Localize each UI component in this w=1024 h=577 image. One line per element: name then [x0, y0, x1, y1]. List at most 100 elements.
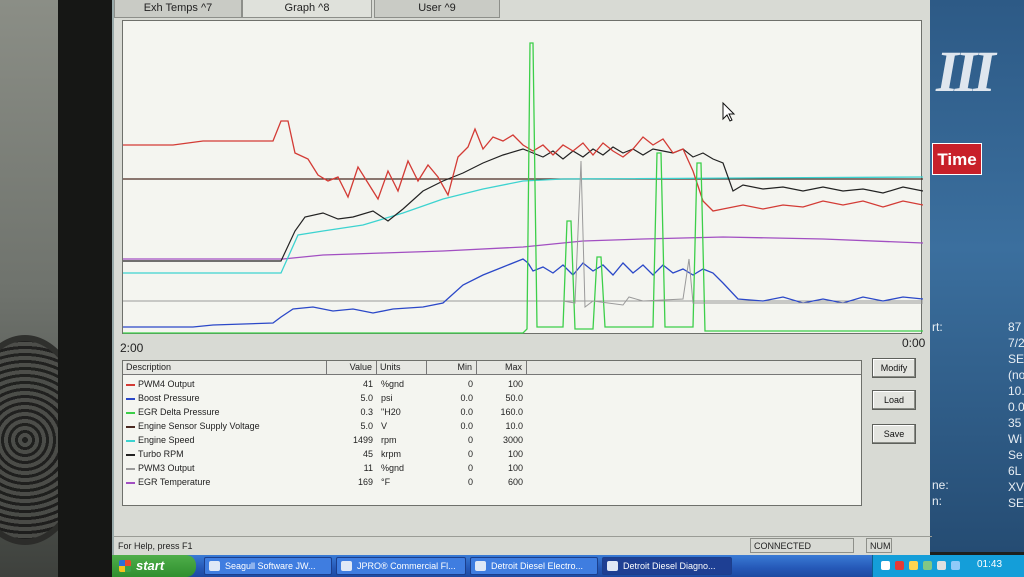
row-value: 5.0 — [360, 421, 373, 431]
system-clock[interactable]: 01:43 — [977, 559, 1002, 570]
tray-update-icon[interactable] — [951, 561, 960, 570]
table-row[interactable]: PWM3 Output 11 %gnd 0 100 — [123, 461, 861, 475]
series-color-swatch — [126, 453, 135, 456]
column-header-units[interactable]: Units — [377, 361, 427, 375]
column-header-blank — [527, 361, 861, 375]
tab-strip: Exh Temps ^7 Graph ^8 User ^9 — [114, 0, 932, 18]
taskbar-item-detroit-diagnostic[interactable]: Detroit Diesel Diagno... — [602, 557, 732, 575]
table-row[interactable]: EGR Temperature 169 °F 0 600 — [123, 475, 861, 489]
turbo-rpm-line — [123, 146, 923, 262]
row-description-text: Engine Sensor Supply Voltage — [138, 421, 260, 431]
background-field-value: 7/2 — [1008, 336, 1024, 350]
column-header-description[interactable]: Description — [123, 361, 327, 375]
start-button[interactable]: start — [112, 555, 196, 577]
side-button-panel: Modify Load Save — [868, 358, 922, 506]
table-row[interactable]: EGR Delta Pressure 0.3 "H20 0.0 160.0 — [123, 405, 861, 419]
column-header-max[interactable]: Max — [477, 361, 527, 375]
row-value: 169 — [357, 477, 373, 487]
modify-button[interactable]: Modify — [872, 358, 916, 378]
series-color-swatch — [126, 467, 135, 470]
row-value: 5.0 — [360, 393, 373, 403]
row-min: 0.0 — [460, 421, 473, 431]
table-row[interactable]: Engine Speed 1499 rpm 0 3000 — [123, 433, 861, 447]
series-color-swatch — [126, 383, 135, 386]
table-row[interactable]: Turbo RPM 45 krpm 0 100 — [123, 447, 861, 461]
tray-status-icon[interactable] — [923, 561, 932, 570]
background-field-value: Se — [1008, 448, 1023, 462]
background-field-label: n: — [932, 494, 943, 508]
egr-temperature-line — [123, 236, 923, 260]
taskbar-item-label: JPRO® Commercial Fl... — [357, 561, 456, 571]
row-description-text: Boost Pressure — [138, 393, 200, 403]
start-label: start — [136, 558, 165, 573]
series-color-swatch — [126, 439, 135, 442]
time-button[interactable]: Time — [932, 143, 982, 175]
save-button[interactable]: Save — [872, 424, 916, 444]
tray-security-icon[interactable] — [895, 561, 904, 570]
row-max: 100 — [507, 463, 523, 473]
row-value: 11 — [363, 463, 373, 473]
row-description: Boost Pressure — [126, 391, 326, 405]
row-max: 10.0 — [505, 421, 523, 431]
background-field-value: 0.0 — [1008, 400, 1024, 414]
background-field-value: 6L — [1008, 464, 1022, 478]
tray-alert-icon[interactable] — [909, 561, 918, 570]
background-field-value: 35 — [1008, 416, 1022, 430]
row-value: 41 — [362, 379, 373, 389]
row-description: EGR Temperature — [126, 475, 326, 489]
row-min: 0.0 — [460, 393, 473, 403]
column-header-value[interactable]: Value — [327, 361, 377, 375]
row-description: Engine Speed — [126, 433, 326, 447]
app-icon — [475, 561, 486, 571]
background-field-value: SE — [1008, 352, 1024, 366]
windows-flag-icon — [119, 560, 131, 572]
time-axis-end-label: 0:00 — [902, 336, 926, 350]
pwm3-spike-line — [562, 160, 923, 308]
taskbar-item-label: Seagull Software JW... — [225, 561, 316, 571]
load-button[interactable]: Load — [872, 390, 916, 410]
row-description-text: Engine Speed — [138, 435, 195, 445]
background-field-value: 10. — [1008, 384, 1024, 398]
row-min: 0 — [467, 435, 473, 445]
row-value: 1499 — [352, 435, 373, 445]
table-row[interactable]: Engine Sensor Supply Voltage 5.0 V 0.0 10.0 — [123, 419, 861, 433]
row-description: PWM3 Output — [126, 461, 326, 475]
status-bar: For Help, press F1 CONNECTED NUM — [114, 536, 932, 554]
row-description-text: Turbo RPM — [138, 449, 184, 459]
row-min: 0 — [467, 449, 473, 459]
series-color-swatch — [126, 397, 135, 400]
taskbar-item-seagull[interactable]: Seagull Software JW... — [204, 557, 332, 575]
row-max: 3000 — [502, 435, 523, 445]
row-units: "H20 — [381, 407, 401, 417]
help-hint: For Help, press F1 — [118, 541, 193, 551]
series-color-swatch — [126, 481, 135, 484]
column-header-min[interactable]: Min — [427, 361, 477, 375]
tab-graph[interactable]: Graph ^8 — [242, 0, 372, 18]
tab-exh-temps[interactable]: Exh Temps ^7 — [114, 0, 242, 18]
egr-delta-pressure-line — [123, 42, 923, 334]
time-axis-start-label: 2:00 — [120, 341, 144, 355]
row-max: 100 — [507, 449, 523, 459]
background-application-window[interactable]: III Time rt: ne: n: 87 7/2 SE (no 10. 0.… — [930, 0, 1024, 552]
row-description-text: EGR Temperature — [138, 477, 211, 487]
row-min: 0 — [467, 463, 473, 473]
tab-user[interactable]: User ^9 — [374, 0, 500, 18]
tray-network-icon[interactable] — [881, 561, 890, 570]
boost-pressure-line — [123, 258, 923, 328]
row-min: 0 — [467, 477, 473, 487]
tray-volume-icon[interactable] — [937, 561, 946, 570]
taskbar-item-detroit-electro[interactable]: Detroit Diesel Electro... — [470, 557, 598, 575]
taskbar-item-jpro[interactable]: JPRO® Commercial Fl... — [336, 557, 466, 575]
table-row[interactable]: Boost Pressure 5.0 psi 0.0 50.0 — [123, 391, 861, 405]
taskbar: start Seagull Software JW... JPRO® Comme… — [112, 555, 1024, 577]
row-units: psi — [381, 393, 393, 403]
row-description: Turbo RPM — [126, 447, 326, 461]
background-app-logo: III — [936, 39, 996, 104]
row-value: 0.3 — [360, 407, 373, 417]
system-tray: 01:43 — [872, 555, 1024, 577]
graph-application-window: Exh Temps ^7 Graph ^8 User ^9 2:00 0:00 … — [112, 0, 932, 556]
row-description-text: PWM4 Output — [138, 379, 195, 389]
table-row[interactable]: PWM4 Output 41 %gnd 0 100 — [123, 377, 861, 391]
row-max: 160.0 — [500, 407, 523, 417]
app-icon — [341, 561, 352, 571]
